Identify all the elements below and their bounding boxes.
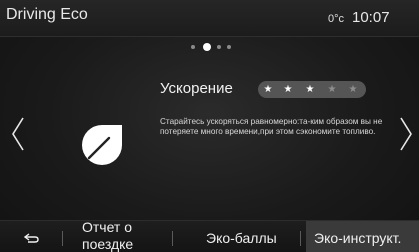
page-dot [217, 45, 221, 49]
chevron-left-icon [12, 117, 24, 151]
app-title: Driving Eco [6, 6, 88, 23]
page-dot [191, 45, 195, 49]
page-dot [227, 45, 231, 49]
divider [300, 231, 301, 246]
tip-text: Старайтесь ускоряться равномерно:та-ким … [160, 117, 383, 136]
star-icon: ★ [348, 84, 358, 95]
next-page-button[interactable] [398, 116, 414, 152]
eco-instructor-tab[interactable]: Эко-инструкт. [306, 221, 419, 252]
trip-report-button[interactable]: Отчет о поездке [62, 219, 172, 252]
trip-report-label: Отчет о поездке [82, 219, 134, 252]
page-dot-active [203, 43, 211, 51]
star-icon: ★ [327, 84, 337, 95]
star-rating: ★ ★ ★ ★ ★ [258, 81, 366, 98]
back-button[interactable] [0, 221, 62, 252]
outside-temperature: 0°c [328, 13, 345, 25]
page-indicator [191, 43, 231, 51]
chevron-right-icon [400, 117, 412, 151]
leaf-icon [79, 122, 125, 168]
star-icon: ★ [305, 84, 315, 95]
metric-label: Ускорение [160, 80, 233, 97]
header-bar: Driving Eco 0°c 10:07 [0, 0, 419, 37]
back-arrow-icon [24, 233, 39, 243]
eco-scores-label: Эко-баллы [206, 230, 277, 246]
divider [172, 231, 173, 246]
eco-instructor-label: Эко-инструкт. [314, 230, 402, 246]
eco-driving-screen: Driving Eco 0°c 10:07 Ускорение ★ ★ ★ ★ … [0, 0, 419, 252]
star-icon: ★ [283, 84, 293, 95]
star-icon: ★ [263, 84, 273, 95]
previous-page-button[interactable] [10, 116, 26, 152]
bottom-bar: Отчет о поездке Эко-баллы Эко-инструкт. [0, 219, 419, 252]
clock: 10:07 [352, 9, 390, 26]
eco-scores-button[interactable]: Эко-баллы [193, 221, 300, 252]
